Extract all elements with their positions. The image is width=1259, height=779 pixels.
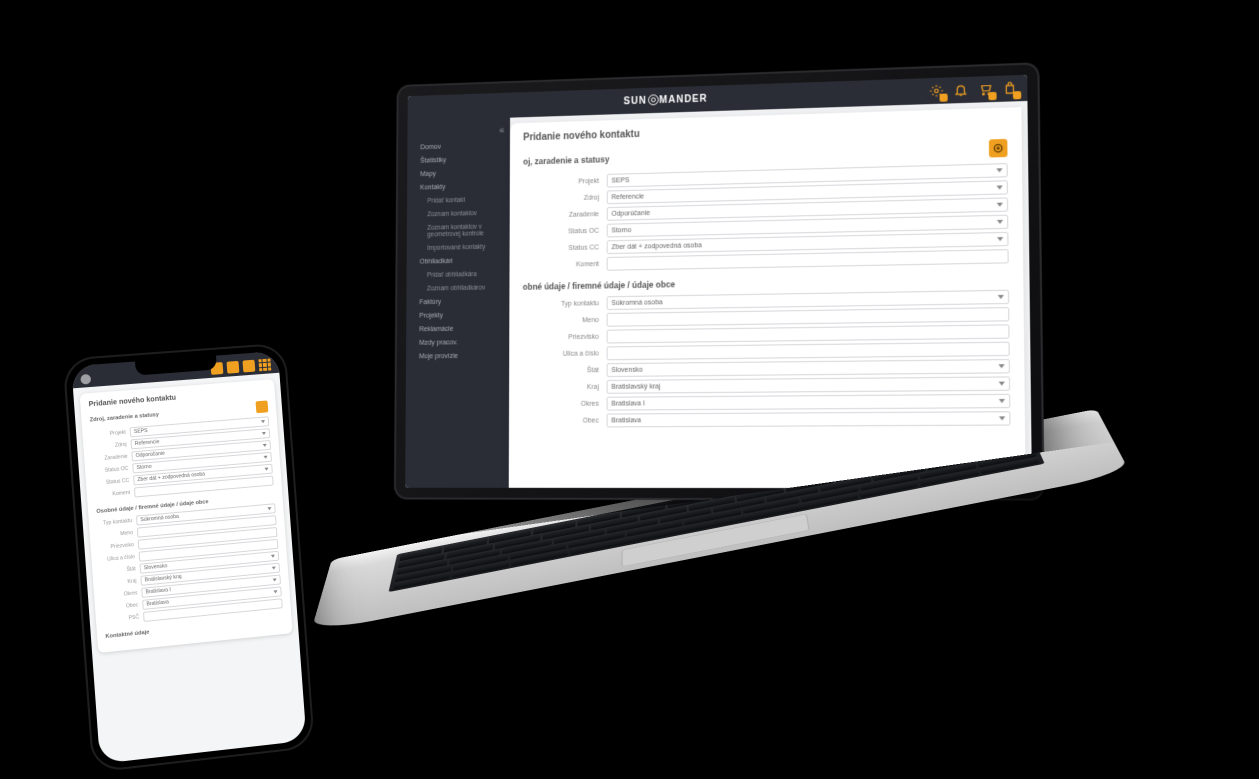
sidebar-sub-geometrova[interactable]: Zoznam kontaktov v geometrovej kontrole (407, 220, 510, 242)
sidebar-item-domov[interactable]: Domov (407, 139, 510, 155)
input-obec[interactable]: Bratislava (607, 411, 1011, 427)
sidebar-item-mapy[interactable]: Mapy (407, 166, 510, 181)
laptop-keyboard (389, 430, 1045, 592)
phone-label-zaradenie: Zaradenie (92, 454, 127, 463)
sidebar-sub-importovane[interactable]: Importované kontakty (407, 240, 510, 255)
phone-cart2-icon[interactable] (226, 361, 239, 374)
label-ulica: Ulica a číslo (522, 350, 598, 358)
section1-action-button[interactable] (989, 139, 1008, 158)
phone-bag-icon[interactable] (242, 360, 255, 373)
settings-icon[interactable] (927, 82, 945, 101)
section2-title: obné údaje / firemné údaje / údaje obce (523, 279, 675, 291)
phone-label-kraj: Kraj (101, 578, 136, 587)
brand-right: MANDER (659, 94, 707, 106)
phone-label-koment: Koment (95, 490, 130, 499)
label-obec: Obec (522, 417, 599, 424)
app-window: SUN MANDER « Domov Štatistiky (405, 75, 1032, 488)
sidebar-item-kontakty[interactable]: Kontakty (407, 179, 510, 194)
label-zaradenie: Zaradenie (523, 211, 599, 220)
phone-section3-title: Kontaktné údaje (105, 630, 149, 640)
label-okres: Okres (522, 400, 599, 407)
input-koment[interactable] (607, 249, 1009, 271)
sidebar-collapse-button[interactable]: « (493, 123, 510, 138)
sidebar-sub-pridat-obhliadkara[interactable]: Pridať obhliadkára (407, 268, 510, 282)
sidebar-sub-zoznam-kontaktov[interactable]: Zoznam kontaktov (407, 207, 510, 222)
sidebar: « Domov Štatistiky Mapy Kontakty Pridať … (405, 118, 510, 488)
laptop-mockup: SUN MANDER « Domov Štatistiky (380, 70, 1040, 630)
phone-label-obec: Obec (103, 602, 138, 611)
phone-label-okres: Okres (102, 590, 137, 599)
label-kraj: Kraj (522, 383, 599, 391)
phone-mockup: Pridanie nového kontaktu Zdroj, zaradeni… (62, 343, 315, 773)
sidebar-sub-pridat-kontakt[interactable]: Pridať kontakt (407, 193, 510, 208)
label-typ: Typ kontaktu (523, 300, 599, 308)
phone-label-typ: Typ kontaktu (97, 518, 132, 527)
label-status-cc: Status CC (523, 244, 599, 252)
input-stat[interactable]: Slovensko (607, 359, 1010, 377)
phone-label-psc: PSČ (104, 614, 139, 623)
sidebar-item-statistiky[interactable]: Štatistiky (407, 152, 510, 167)
section1-title: oj, zaradenie a statusy (523, 154, 609, 166)
phone-label-ulica: Ulica a číslo (100, 554, 135, 563)
sidebar-sub-zoznam-obhliadkarov[interactable]: Zoznam obhliadkárov (406, 281, 509, 295)
label-status-oc: Status OC (523, 227, 599, 235)
bag-icon[interactable] (1001, 79, 1020, 98)
input-okres[interactable]: Bratislava I (607, 394, 1011, 411)
phone-label-priezvisko: Priezvisko (99, 542, 134, 551)
phone-app-window: Pridanie nového kontaktu Zdroj, zaradeni… (71, 351, 306, 764)
phone-section1-title: Zdroj, zaradenie a statusy (90, 412, 160, 423)
label-koment: Koment (523, 261, 599, 269)
sidebar-item-obhliadkari[interactable]: Obhliadkári (407, 254, 510, 269)
brand-left: SUN (624, 96, 647, 107)
avatar-icon[interactable] (80, 374, 91, 385)
phone-label-stat: Štát (101, 566, 136, 575)
label-priezvisko: Priezvisko (523, 333, 599, 341)
section1-form: ProjektSEPS ZdrojReferencie ZaradenieOdp… (523, 163, 1009, 272)
phone-label-statuscc: Status CC (94, 478, 129, 487)
sidebar-item-reklamacie[interactable]: Reklamácie (406, 322, 509, 336)
label-stat: Štát (522, 367, 598, 375)
phone-label-meno: Meno (98, 530, 133, 539)
label-zdroj: Zdroj (523, 194, 599, 203)
phone-section1-action-button[interactable] (256, 400, 269, 413)
sidebar-item-faktury[interactable]: Faktúry (406, 295, 509, 309)
phone-label-statusoc: Status OC (93, 466, 128, 475)
phone-label-projekt: Projekt (91, 430, 126, 439)
main-content: Pridanie nového kontaktu oj, zaradenie a… (509, 107, 1026, 488)
sidebar-item-provizie[interactable]: Moje provízie (406, 350, 509, 364)
label-meno: Meno (523, 317, 599, 325)
input-meno[interactable] (607, 307, 1010, 327)
input-kraj[interactable]: Bratislavský kraj (607, 376, 1011, 393)
phone-label-zdroj: Zdroj (92, 442, 127, 451)
input-ulica[interactable] (607, 342, 1010, 361)
cart-icon[interactable] (976, 80, 995, 99)
bell-icon[interactable] (952, 81, 970, 100)
sidebar-item-projekty[interactable]: Projekty (406, 309, 509, 323)
input-priezvisko[interactable] (607, 324, 1010, 343)
page-title: Pridanie nového kontaktu (523, 118, 1007, 144)
label-projekt: Projekt (523, 178, 599, 187)
phone-menu-icon[interactable] (258, 359, 271, 372)
section2-form: Typ kontaktuSúkromná osoba Meno Priezvis… (522, 290, 1010, 428)
phone-content: Pridanie nového kontaktu Zdroj, zaradeni… (80, 379, 293, 653)
sidebar-item-mzdy[interactable]: Mzdy pracov. (406, 336, 509, 350)
brand-logo-icon (648, 94, 659, 105)
laptop-base (310, 409, 1130, 633)
